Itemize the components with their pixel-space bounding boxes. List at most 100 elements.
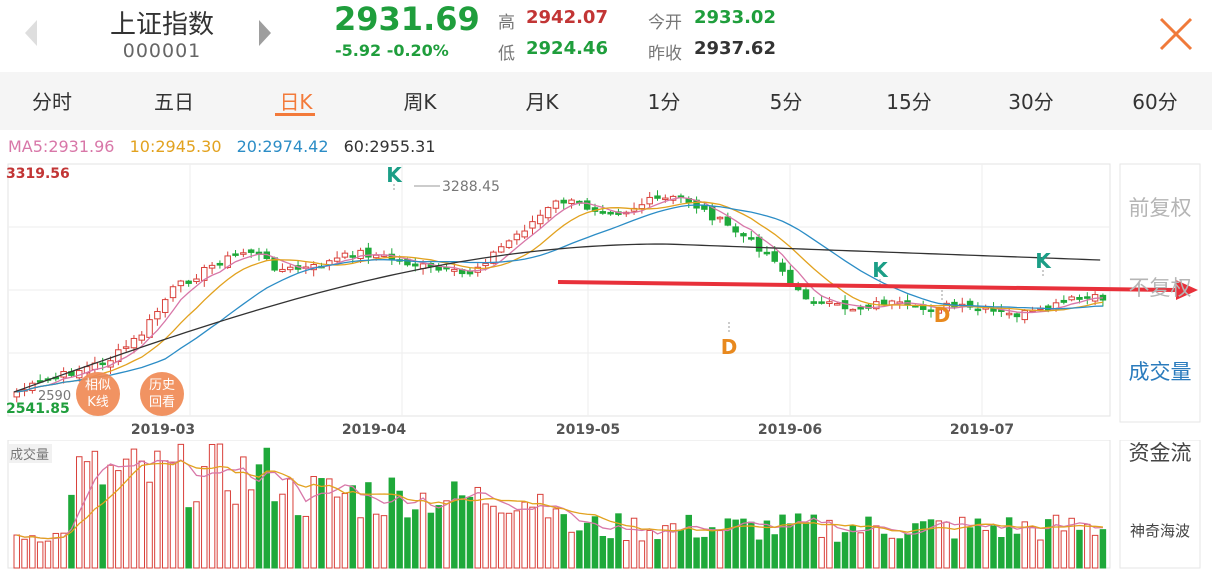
front-adjust-button[interactable]: 前复权 — [1118, 192, 1202, 222]
prev-close-value: 2937.62 — [694, 38, 776, 59]
volume-bar — [122, 458, 130, 569]
low-label: 低 — [498, 44, 515, 64]
ma20-value: 20:2974.42 — [236, 137, 329, 156]
index-code: 000001 — [122, 40, 202, 62]
tab-5min[interactable]: 5分 — [762, 86, 810, 115]
tab-daily-k[interactable]: 日K — [272, 86, 320, 115]
candle-body — [779, 262, 786, 272]
candle-body — [583, 200, 591, 210]
volume-chart[interactable] — [0, 440, 1212, 570]
tab-30min[interactable]: 30分 — [1002, 86, 1060, 115]
volume-bar — [990, 525, 997, 569]
candle-body — [654, 195, 661, 199]
volume-bar — [904, 533, 911, 569]
tab-60min[interactable]: 60分 — [1126, 86, 1184, 115]
candle-body — [724, 216, 732, 226]
no-adjust-button[interactable]: 不复权 — [1118, 272, 1202, 302]
volume-bar — [818, 536, 825, 569]
volume-bar — [966, 527, 974, 569]
volume-bar — [404, 517, 411, 569]
similar-k-button[interactable]: 相似 K线 — [76, 372, 120, 416]
volume-bar — [201, 466, 208, 569]
candle-body — [646, 196, 653, 205]
price-axis-low: 2541.85 — [6, 401, 70, 417]
candle-body — [1005, 312, 1013, 316]
candle-body — [826, 301, 833, 304]
candle-body — [834, 303, 841, 306]
candle-body — [1013, 313, 1021, 318]
candle-body — [560, 199, 567, 204]
volume-bar — [693, 537, 700, 569]
volume-bar — [333, 496, 341, 569]
volume-bar — [865, 516, 872, 569]
volume-bar — [748, 521, 755, 569]
volume-bar — [576, 530, 583, 569]
candle-body — [240, 252, 247, 255]
candle-body — [1068, 296, 1075, 301]
volume-bar — [654, 539, 661, 569]
candle-body — [177, 280, 185, 287]
volume-bar — [169, 461, 177, 569]
volume-bar — [107, 464, 114, 569]
tab-intraday[interactable]: 分时 — [28, 86, 76, 115]
candle-body — [130, 337, 138, 349]
ma60-value: 60:2955.31 — [343, 137, 436, 156]
chevron-right-icon[interactable] — [256, 16, 274, 50]
tab-15min[interactable]: 15分 — [880, 86, 938, 115]
candle-body — [849, 308, 857, 312]
volume-chart-label: 成交量 — [7, 444, 53, 463]
tab-1min[interactable]: 1分 — [640, 86, 688, 115]
signal-k-marker: K — [386, 163, 403, 187]
open-value: 2933.02 — [694, 7, 776, 28]
volume-bar — [435, 505, 442, 569]
tab-monthly-k[interactable]: 月K — [518, 86, 566, 115]
ma20-line — [16, 204, 1103, 393]
volume-bar — [1021, 521, 1029, 569]
chevron-left-icon[interactable] — [22, 16, 40, 50]
volume-bar — [427, 512, 435, 569]
candle-body — [568, 199, 575, 205]
volume-bar — [380, 515, 388, 569]
price-axis-high: 3319.56 — [6, 166, 70, 182]
volume-bar — [834, 541, 841, 569]
volume-bar — [568, 531, 575, 569]
candle-body — [185, 280, 192, 284]
volume-bar — [1029, 526, 1036, 569]
volume-bar — [826, 519, 833, 569]
quote-header: 上证指数 000001 2931.69 -5.92 -0.20% 高 2942.… — [0, 0, 1212, 72]
volume-bar — [208, 443, 216, 569]
candle-body — [333, 257, 341, 262]
volume-bar — [310, 476, 317, 569]
tab-five-day[interactable]: 五日 — [150, 86, 198, 115]
index-name: 上证指数 — [109, 10, 214, 40]
volume-bar — [505, 512, 513, 569]
candle-body — [1076, 296, 1083, 300]
tab-weekly-k[interactable]: 周K — [396, 86, 444, 115]
volume-bar — [802, 522, 810, 569]
volume-bar — [615, 513, 622, 569]
fund-flow-button[interactable]: 资金流 — [1118, 437, 1202, 467]
active-tab-indicator — [275, 113, 315, 116]
volume-bar — [146, 481, 153, 569]
volume-bar — [701, 536, 708, 569]
candle-body — [529, 221, 536, 229]
close-icon[interactable] — [1156, 14, 1196, 54]
candle-body — [513, 233, 521, 241]
low-value: 2924.46 — [526, 38, 608, 59]
magic-wave-button[interactable]: 神奇海波 — [1118, 520, 1202, 541]
volume-bar — [607, 538, 614, 569]
volume-bar — [646, 529, 653, 569]
candle-body — [1060, 299, 1068, 303]
candle-body — [810, 301, 818, 304]
candle-body — [482, 262, 489, 267]
volume-bar — [638, 540, 646, 569]
candle-body — [193, 278, 200, 283]
volume-indicator-button[interactable]: 成交量 — [1118, 356, 1202, 386]
volume-bar — [1099, 529, 1107, 569]
volume-bar — [13, 534, 20, 569]
date-label: 2019-06 — [758, 422, 822, 438]
candle-body — [763, 251, 771, 255]
signal-k-marker: K — [1035, 249, 1052, 273]
volume-bar — [287, 478, 294, 569]
history-review-button[interactable]: 历史 回看 — [140, 372, 184, 416]
